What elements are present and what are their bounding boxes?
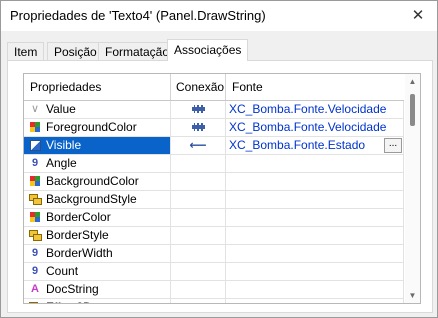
source-cell[interactable]	[226, 209, 404, 226]
table-row[interactable]: A DocString	[24, 281, 404, 299]
color-icon	[30, 122, 40, 132]
property-grid: Propriedades Conexão Fonte ∨ Value XC_Bomb…	[23, 73, 421, 304]
table-row[interactable]: 9 Angle	[24, 155, 404, 173]
property-label: Count	[46, 264, 79, 278]
source-cell[interactable]	[226, 191, 404, 208]
source-cell[interactable]	[226, 155, 404, 172]
property-label: BorderWidth	[46, 246, 113, 260]
source-cell[interactable]	[226, 173, 404, 190]
table-row[interactable]: Visible ⟵ XC_Bomba.Fonte.Estado...	[24, 137, 404, 155]
scroll-thumb[interactable]	[410, 94, 415, 126]
source-cell[interactable]	[226, 227, 404, 244]
table-row[interactable]: BorderStyle	[24, 227, 404, 245]
style-icon	[29, 194, 42, 205]
property-name-cell[interactable]: Effect3D	[24, 299, 171, 303]
properties-dialog: Propriedades de 'Texto4' (Panel.DrawStri…	[0, 0, 438, 318]
property-name-cell[interactable]: BackgroundColor	[24, 173, 171, 190]
table-row[interactable]: Effect3D	[24, 299, 404, 303]
connection-cell[interactable]	[171, 281, 226, 298]
source-cell[interactable]: XC_Bomba.Fonte.Velocidade	[226, 101, 404, 118]
connection-cell[interactable]	[171, 245, 226, 262]
connection-cell[interactable]	[171, 101, 226, 118]
property-label: BackgroundStyle	[46, 192, 137, 206]
table-row[interactable]: 9 BorderWidth	[24, 245, 404, 263]
property-label: DocString	[46, 282, 99, 296]
property-name-cell[interactable]: BorderColor	[24, 209, 171, 226]
tab-associacoes[interactable]: Associações	[167, 39, 249, 61]
tab-posicao[interactable]: Posição	[47, 42, 104, 61]
property-name-cell[interactable]: ForegroundColor	[24, 119, 171, 136]
style-icon	[29, 302, 42, 303]
property-label: BackgroundColor	[46, 174, 139, 188]
close-icon[interactable]: ✕	[405, 3, 431, 29]
table-row[interactable]: BackgroundColor	[24, 173, 404, 191]
connection-cell[interactable]	[171, 209, 226, 226]
boolean-icon	[30, 140, 41, 151]
film-icon	[191, 123, 205, 131]
property-label: BorderColor	[46, 210, 111, 224]
header-properties[interactable]: Propriedades	[24, 74, 171, 100]
color-icon	[30, 176, 40, 186]
text-icon: A	[31, 283, 39, 295]
source-value: XC_Bomba.Fonte.Estado	[229, 138, 366, 152]
number-icon: 9	[31, 247, 39, 259]
property-label: ForegroundColor	[46, 120, 137, 134]
source-cell[interactable]	[226, 281, 404, 298]
connection-cell[interactable]	[171, 299, 226, 303]
property-label: BorderStyle	[46, 228, 109, 242]
property-name-cell[interactable]: A DocString	[24, 281, 171, 298]
source-cell[interactable]: XC_Bomba.Fonte.Estado...	[226, 137, 404, 154]
property-name-cell[interactable]: Visible	[24, 137, 171, 154]
associations-panel: Propriedades Conexão Fonte ∨ Value XC_Bomb…	[7, 60, 433, 313]
table-row[interactable]: 9 Count	[24, 263, 404, 281]
source-cell[interactable]	[226, 263, 404, 280]
connection-cell[interactable]	[171, 119, 226, 136]
browse-button[interactable]: ...	[384, 138, 402, 153]
connection-cell[interactable]	[171, 173, 226, 190]
header-source[interactable]: Fonte	[226, 74, 404, 100]
style-icon	[29, 230, 42, 241]
dialog-title: Propriedades de 'Texto4' (Panel.DrawStri…	[10, 8, 266, 23]
property-label: Angle	[46, 156, 77, 170]
connection-cell[interactable]	[171, 263, 226, 280]
property-label: Visible	[46, 138, 82, 152]
scroll-up-icon[interactable]: ▲	[405, 74, 420, 89]
property-name-cell[interactable]: 9 BorderWidth	[24, 245, 171, 262]
header-connection[interactable]: Conexão	[171, 74, 226, 100]
property-name-cell[interactable]: ∨ Value	[24, 101, 171, 118]
property-label: Value	[46, 102, 76, 116]
connection-cell[interactable]	[171, 191, 226, 208]
film-icon	[191, 105, 205, 113]
number-icon: 9	[31, 265, 39, 277]
connection-cell[interactable]	[171, 227, 226, 244]
connection-cell[interactable]: ⟵	[171, 137, 226, 154]
property-name-cell[interactable]: 9 Count	[24, 263, 171, 280]
color-icon	[30, 212, 40, 222]
table-row[interactable]: BorderColor	[24, 209, 404, 227]
title-bar: Propriedades de 'Texto4' (Panel.DrawStri…	[1, 1, 437, 31]
table-row[interactable]: ∨ Value XC_Bomba.Fonte.Velocidade	[24, 101, 404, 119]
value-icon: ∨	[30, 103, 40, 115]
connection-cell[interactable]	[171, 155, 226, 172]
property-label: Effect3D	[46, 300, 92, 303]
tab-formatacao[interactable]: Formatação	[98, 42, 177, 61]
grid-rows: ∨ Value XC_Bomba.Fonte.Velocidade Foregroun…	[24, 101, 404, 303]
source-cell[interactable]: XC_Bomba.Fonte.Velocidade	[226, 119, 404, 136]
tab-item[interactable]: Item	[7, 42, 45, 61]
property-name-cell[interactable]: BorderStyle	[24, 227, 171, 244]
property-name-cell[interactable]: 9 Angle	[24, 155, 171, 172]
table-row[interactable]: ForegroundColor XC_Bomba.Fonte.Velocidade	[24, 119, 404, 137]
grid-header: Propriedades Conexão Fonte	[24, 74, 404, 101]
property-name-cell[interactable]: BackgroundStyle	[24, 191, 171, 208]
arrow-icon: ⟵	[189, 138, 207, 152]
number-icon: 9	[31, 157, 39, 169]
source-value: XC_Bomba.Fonte.Velocidade	[229, 120, 387, 134]
scroll-down-icon[interactable]: ▼	[405, 288, 420, 303]
table-row[interactable]: BackgroundStyle	[24, 191, 404, 209]
source-cell[interactable]	[226, 299, 404, 303]
source-cell[interactable]	[226, 245, 404, 262]
source-value: XC_Bomba.Fonte.Velocidade	[229, 102, 387, 116]
vertical-scrollbar[interactable]: ▲ ▼	[405, 74, 420, 303]
